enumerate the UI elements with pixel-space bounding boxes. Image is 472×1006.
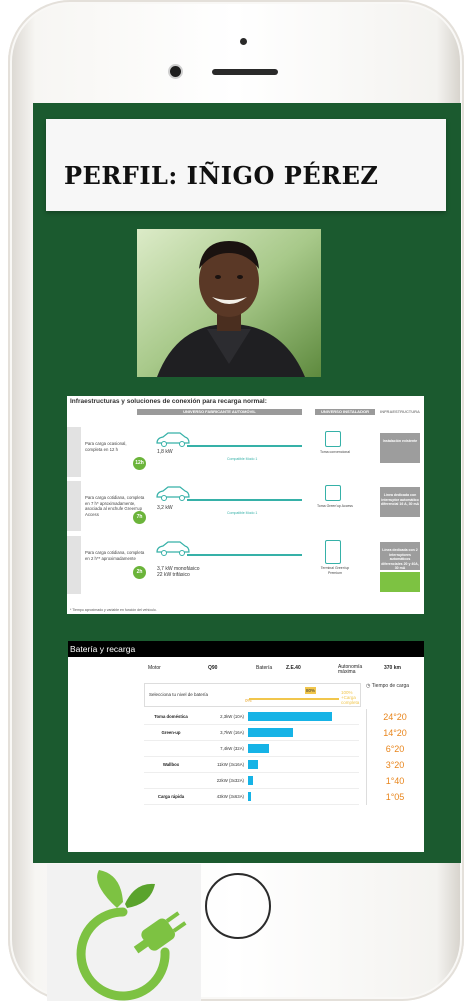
leaf-plug-icon xyxy=(76,870,187,1001)
charge-time: 6°20 xyxy=(385,744,405,754)
battery-label: Batería xyxy=(256,665,273,671)
hours-badge: 12h xyxy=(133,457,146,470)
row-power: 1,8 kW xyxy=(157,449,173,455)
row-label: Green-up xyxy=(161,730,181,735)
battery-header: Batería y recarga xyxy=(68,641,424,657)
charging-cable xyxy=(187,554,302,556)
infographic-row: Para carga cotidiana, completa en 7 h* a… xyxy=(67,481,424,531)
table-row: 7,4kW (32A) xyxy=(144,741,359,757)
charging-terminal-icon xyxy=(325,540,341,564)
range-label: Autonomía máxima xyxy=(338,664,363,675)
row-band xyxy=(67,427,81,477)
infrastructure-box: Línea dedicada con interruptor automátic… xyxy=(380,487,420,517)
devices-thumbnail xyxy=(380,572,420,592)
table-row: Carga rápida 43kW (3x63A) xyxy=(144,789,359,805)
row-description: Para carga ocasional, completa en 12 h xyxy=(85,441,127,452)
row-power: 3,2 kW xyxy=(157,505,173,511)
charge-time: 24°20 xyxy=(383,712,407,722)
charge-time-label: Tiempo de carga xyxy=(371,683,410,689)
motor-select[interactable]: Q90 xyxy=(208,665,217,671)
row-power: 11kW (3x16A) xyxy=(217,762,244,767)
column-car-maker: UNIVERSO FABRICANTE AUTOMÓVIL xyxy=(137,409,302,415)
row-power: 2,3kW (10A) xyxy=(220,714,244,719)
socket-icon xyxy=(325,431,341,447)
socket-label: Terminal Green'up Premium xyxy=(320,566,350,575)
battery-level-track xyxy=(249,698,339,700)
infrastructure-box: Línea dedicada con 2 interruptores autom… xyxy=(380,542,420,570)
hours-badge: 7h xyxy=(133,511,146,524)
table-row: Green-up 3,7kW (16A) xyxy=(144,725,359,741)
charging-cable xyxy=(187,445,302,447)
row-power: 43kW (3x63A) xyxy=(216,794,244,799)
row-band xyxy=(67,481,81,531)
row-label: Wallbox xyxy=(162,762,180,767)
table-row: Toma doméstica 2,3kW (10A) xyxy=(144,709,359,725)
car-icon xyxy=(156,432,190,447)
home-button[interactable] xyxy=(205,873,271,939)
charge-time: 3°20 xyxy=(385,760,405,770)
battery-level-label: Selecciona tu nivel de batería xyxy=(149,692,209,697)
battery-level-selector[interactable]: Selecciona tu nivel de batería 0% 80% 10… xyxy=(144,683,361,707)
motor-label: Motor xyxy=(148,665,161,671)
charge-bar xyxy=(248,744,269,753)
row-power: 22kW (3x32A) xyxy=(216,778,244,783)
profile-title-box: PERFIL: IÑIGO PÉREZ xyxy=(46,119,446,211)
row-label: Toma doméstica xyxy=(154,714,188,719)
profile-title: PERFIL: IÑIGO PÉREZ xyxy=(64,161,379,190)
charge-bar xyxy=(248,728,293,737)
infographic-title: Infraestructuras y soluciones de conexió… xyxy=(70,398,267,405)
infrastructure-box: Instalación existente xyxy=(380,433,420,463)
car-icon xyxy=(156,486,190,501)
car-icon xyxy=(156,541,190,556)
row-label: Carga rápida xyxy=(157,794,185,799)
row-mode: Compatible Modo 1 xyxy=(227,511,258,515)
table-row: 22kW (3x32A) xyxy=(144,773,359,789)
infographic-row: Para carga ocasional, completa en 12 h 1… xyxy=(67,427,424,477)
profile-photo xyxy=(137,229,321,377)
charge-time: 14°20 xyxy=(383,728,407,738)
row-mode: Compatible Modo 1 xyxy=(227,457,258,461)
clock-icon: ◷ xyxy=(366,683,371,689)
battery-level-end: 100% +Carga completa xyxy=(341,690,360,705)
eco-plug-logo xyxy=(47,864,201,1001)
front-camera xyxy=(170,66,181,77)
screen: PERFIL: IÑIGO PÉREZ Infraestructuras y s… xyxy=(33,103,461,863)
charge-time-header: ◷ Tiempo de carga xyxy=(366,683,409,689)
row-power: 7,4kW (32A) xyxy=(220,746,244,751)
person-photo-illustration xyxy=(137,229,321,377)
socket-icon xyxy=(325,485,341,501)
row-description: Para carga cotidiana, completa en 2 h** … xyxy=(85,550,145,561)
column-installer: UNIVERSO INSTALADOR xyxy=(315,409,375,415)
charge-bar xyxy=(248,792,251,801)
range-value: 370 km xyxy=(384,665,401,671)
battery-level-marker[interactable]: 80% xyxy=(305,687,317,694)
speaker-slot xyxy=(212,69,278,75)
charge-times: 24°20 14°20 6°20 3°20 1°40 1°05 xyxy=(366,709,423,805)
charging-infographic: Infraestructuras y soluciones de conexió… xyxy=(67,396,424,614)
charging-cable xyxy=(187,499,302,501)
infographic-footnote: * Tiempo aproximado y variable en funció… xyxy=(70,608,157,612)
table-row: Wallbox 11kW (3x16A) xyxy=(144,757,359,773)
row-power: 3,7kW (16A) xyxy=(220,730,244,735)
socket-label: Toma Green'up Access xyxy=(317,504,353,508)
charge-time: 1°05 xyxy=(385,792,405,802)
charge-time: 1°40 xyxy=(385,776,405,786)
hours-badge: 2h xyxy=(133,566,146,579)
battery-select[interactable]: Z.E.40 xyxy=(286,665,301,671)
charge-bar xyxy=(248,760,258,769)
column-infrastructure: INFRAESTRUCTURA xyxy=(380,409,420,415)
camera-dot xyxy=(240,38,247,45)
charge-bar xyxy=(248,712,332,721)
socket-label: Toma convencional xyxy=(320,450,350,454)
row-band xyxy=(67,536,81,594)
charge-bar xyxy=(248,776,253,785)
battery-charging-panel: Batería y recarga Motor Q90 Batería Z.E.… xyxy=(68,641,424,852)
charging-table: Toma doméstica 2,3kW (10A) Green-up 3,7kW … xyxy=(144,709,359,805)
infographic-row: Para carga cotidiana, completa en 2 h** … xyxy=(67,536,424,594)
row-power: 3,7 kW monofásico 22 kW trifásico xyxy=(157,566,200,578)
battery-selector-bar: Motor Q90 Batería Z.E.40 Autonomía máxim… xyxy=(68,662,424,676)
